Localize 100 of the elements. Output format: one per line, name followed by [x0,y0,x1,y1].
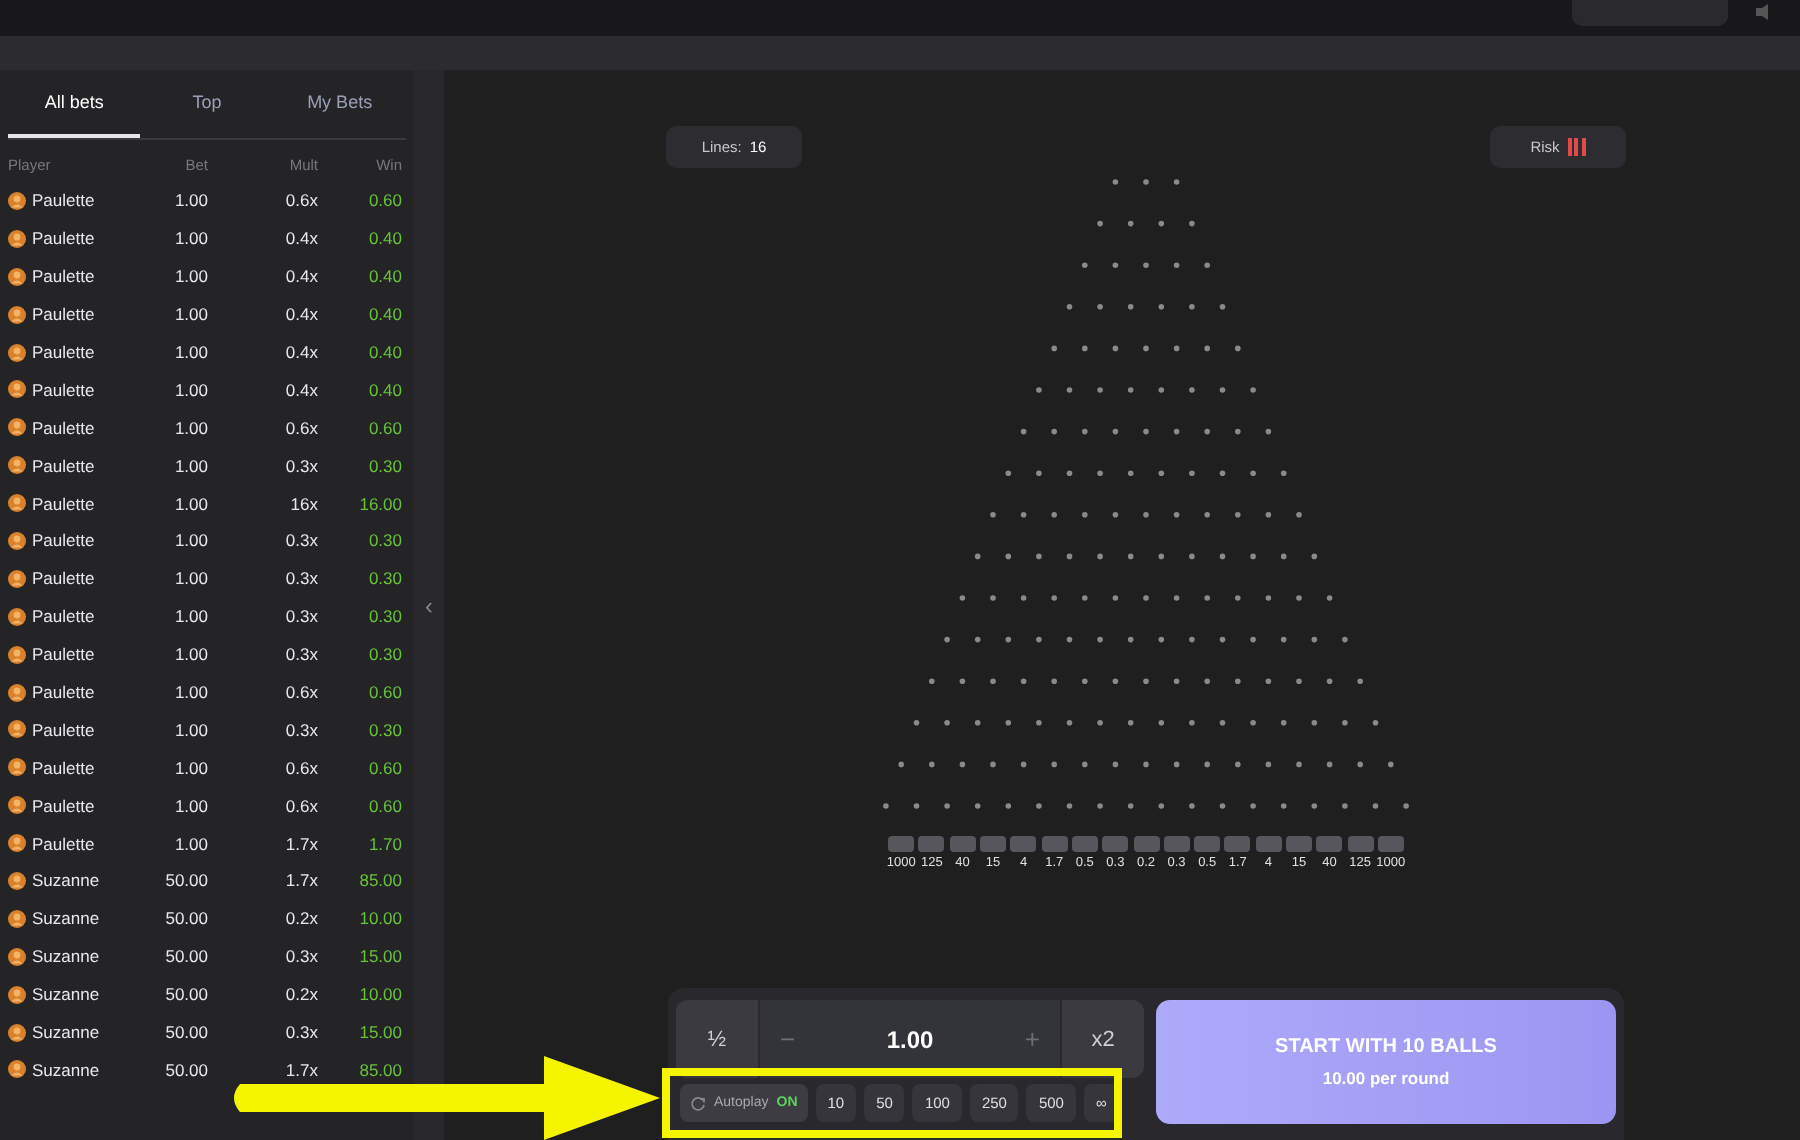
player-name: Paulette [32,795,95,816]
win-amount: 10.00 [357,908,402,929]
multiplier: 0.6x [283,795,318,816]
win-amount: 0.40 [366,379,402,400]
avatar-icon [8,267,26,286]
player-name: Paulette [32,606,95,627]
avatar-icon [8,1060,26,1079]
collapse-toggle[interactable]: ‹ [425,591,433,619]
bets-tab[interactable]: Top [140,70,274,138]
multiplier: 0.6x [283,190,318,211]
avatar-icon [8,418,26,437]
multiplier-bin [1224,836,1251,852]
bet-amount: 1.00 [172,833,208,854]
multiplier-bin [1194,836,1221,852]
bet-amount: 50.00 [163,1059,208,1080]
multiplier: 0.6x [283,757,318,778]
player-name: Paulette [32,455,95,476]
player-name: Paulette [32,644,95,665]
win-amount: 0.60 [366,795,402,816]
multiplier: 0.6x [283,417,318,438]
player-name: Suzanne [32,946,100,967]
player-name: Paulette [32,682,95,703]
multiplier: 1.7x [283,870,318,891]
player-name: Suzanne [32,870,100,891]
player-name: Paulette [32,757,95,778]
multiplier-bin [1071,836,1098,852]
bet-amount: 50.00 [163,1022,208,1043]
multiplier-bin [1102,836,1129,852]
multiplier-bin [1041,836,1068,852]
double-button[interactable]: x2 [1060,1000,1144,1078]
win-amount: 16.00 [357,493,402,514]
bet-amount: 1.00 [172,304,208,325]
bet-amount: 1.00 [172,493,208,514]
multiplier-bin [918,836,945,852]
multiplier-bin [1285,836,1312,852]
win-amount: 0.30 [366,455,402,476]
player-name: Suzanne [32,1022,100,1043]
player-name: Paulette [32,228,95,249]
replay-icon [690,1095,706,1111]
multiplier: 0.3x [283,946,318,967]
bet-amount: 1.00 [172,417,208,438]
multiplier-bin [1377,836,1404,852]
avatar-icon [8,343,26,361]
bet-amount: 1.00 [172,190,208,211]
bet-amount: 1.00 [172,682,208,703]
bet-amount: 1.00 [172,757,208,778]
win-amount: 0.40 [366,266,402,287]
bet-amount: 1.00 [172,266,208,287]
bet-amount: 1.00 [172,379,208,400]
bets-tab[interactable]: All bets [8,70,141,138]
multiplier: 0.3x [283,606,318,627]
win-amount: 0.40 [366,342,402,362]
multiplier: 0.4x [283,266,318,287]
bets-tab[interactable]: My Bets [273,70,406,138]
win-amount: 1.70 [366,833,402,854]
avatar-icon [8,494,26,513]
player-name: Paulette [32,417,95,438]
multiplier-bin [1347,836,1374,852]
multiplier-bin [1316,836,1343,852]
win-amount: 0.40 [366,304,402,325]
avatar-icon [8,305,26,324]
win-amount: 0.30 [366,568,402,589]
avatar-icon [8,758,26,777]
win-amount: 0.60 [366,757,402,778]
avatar-icon [8,720,26,739]
multiplier-bin [980,836,1007,852]
player-name: Paulette [32,530,95,551]
win-amount: 0.60 [366,682,402,703]
win-amount: 85.00 [357,870,402,891]
half-button[interactable]: ½ [676,1000,760,1078]
multiplier: 0.4x [283,228,318,249]
avatar-icon [8,909,26,928]
win-amount: 0.30 [366,719,402,740]
multiplier: 0.6x [283,682,318,703]
player-name: Suzanne [32,1059,100,1080]
multiplier: 0.3x [283,568,318,589]
win-amount: 85.00 [357,1059,402,1080]
avatar-icon [8,191,26,210]
multiplier: 0.4x [283,379,318,400]
win-amount: 15.00 [357,946,402,967]
player-name: Paulette [32,304,95,325]
multiplier-bin [1010,836,1037,852]
bet-amount: 1.00 [172,342,208,362]
avatar-icon [8,796,26,815]
win-amount: 15.00 [357,1022,402,1043]
bet-amount: 1.00 [172,644,208,665]
player-name: Paulette [32,493,95,514]
bet-amount: 50.00 [163,870,208,891]
bet-amount: 1.00 [172,568,208,589]
avatar-icon [8,531,26,550]
player-name: Paulette [32,190,95,211]
bet-amount: 1.00 [172,455,208,476]
player-name: Suzanne [32,984,100,1005]
win-amount: 0.60 [366,417,402,438]
avatar-icon [8,569,26,588]
multiplier: 0.3x [283,719,318,740]
avatar-icon [8,834,26,853]
player-name: Paulette [32,568,95,589]
player-name: Paulette [32,342,95,362]
bet-amount: 50.00 [163,984,208,1005]
